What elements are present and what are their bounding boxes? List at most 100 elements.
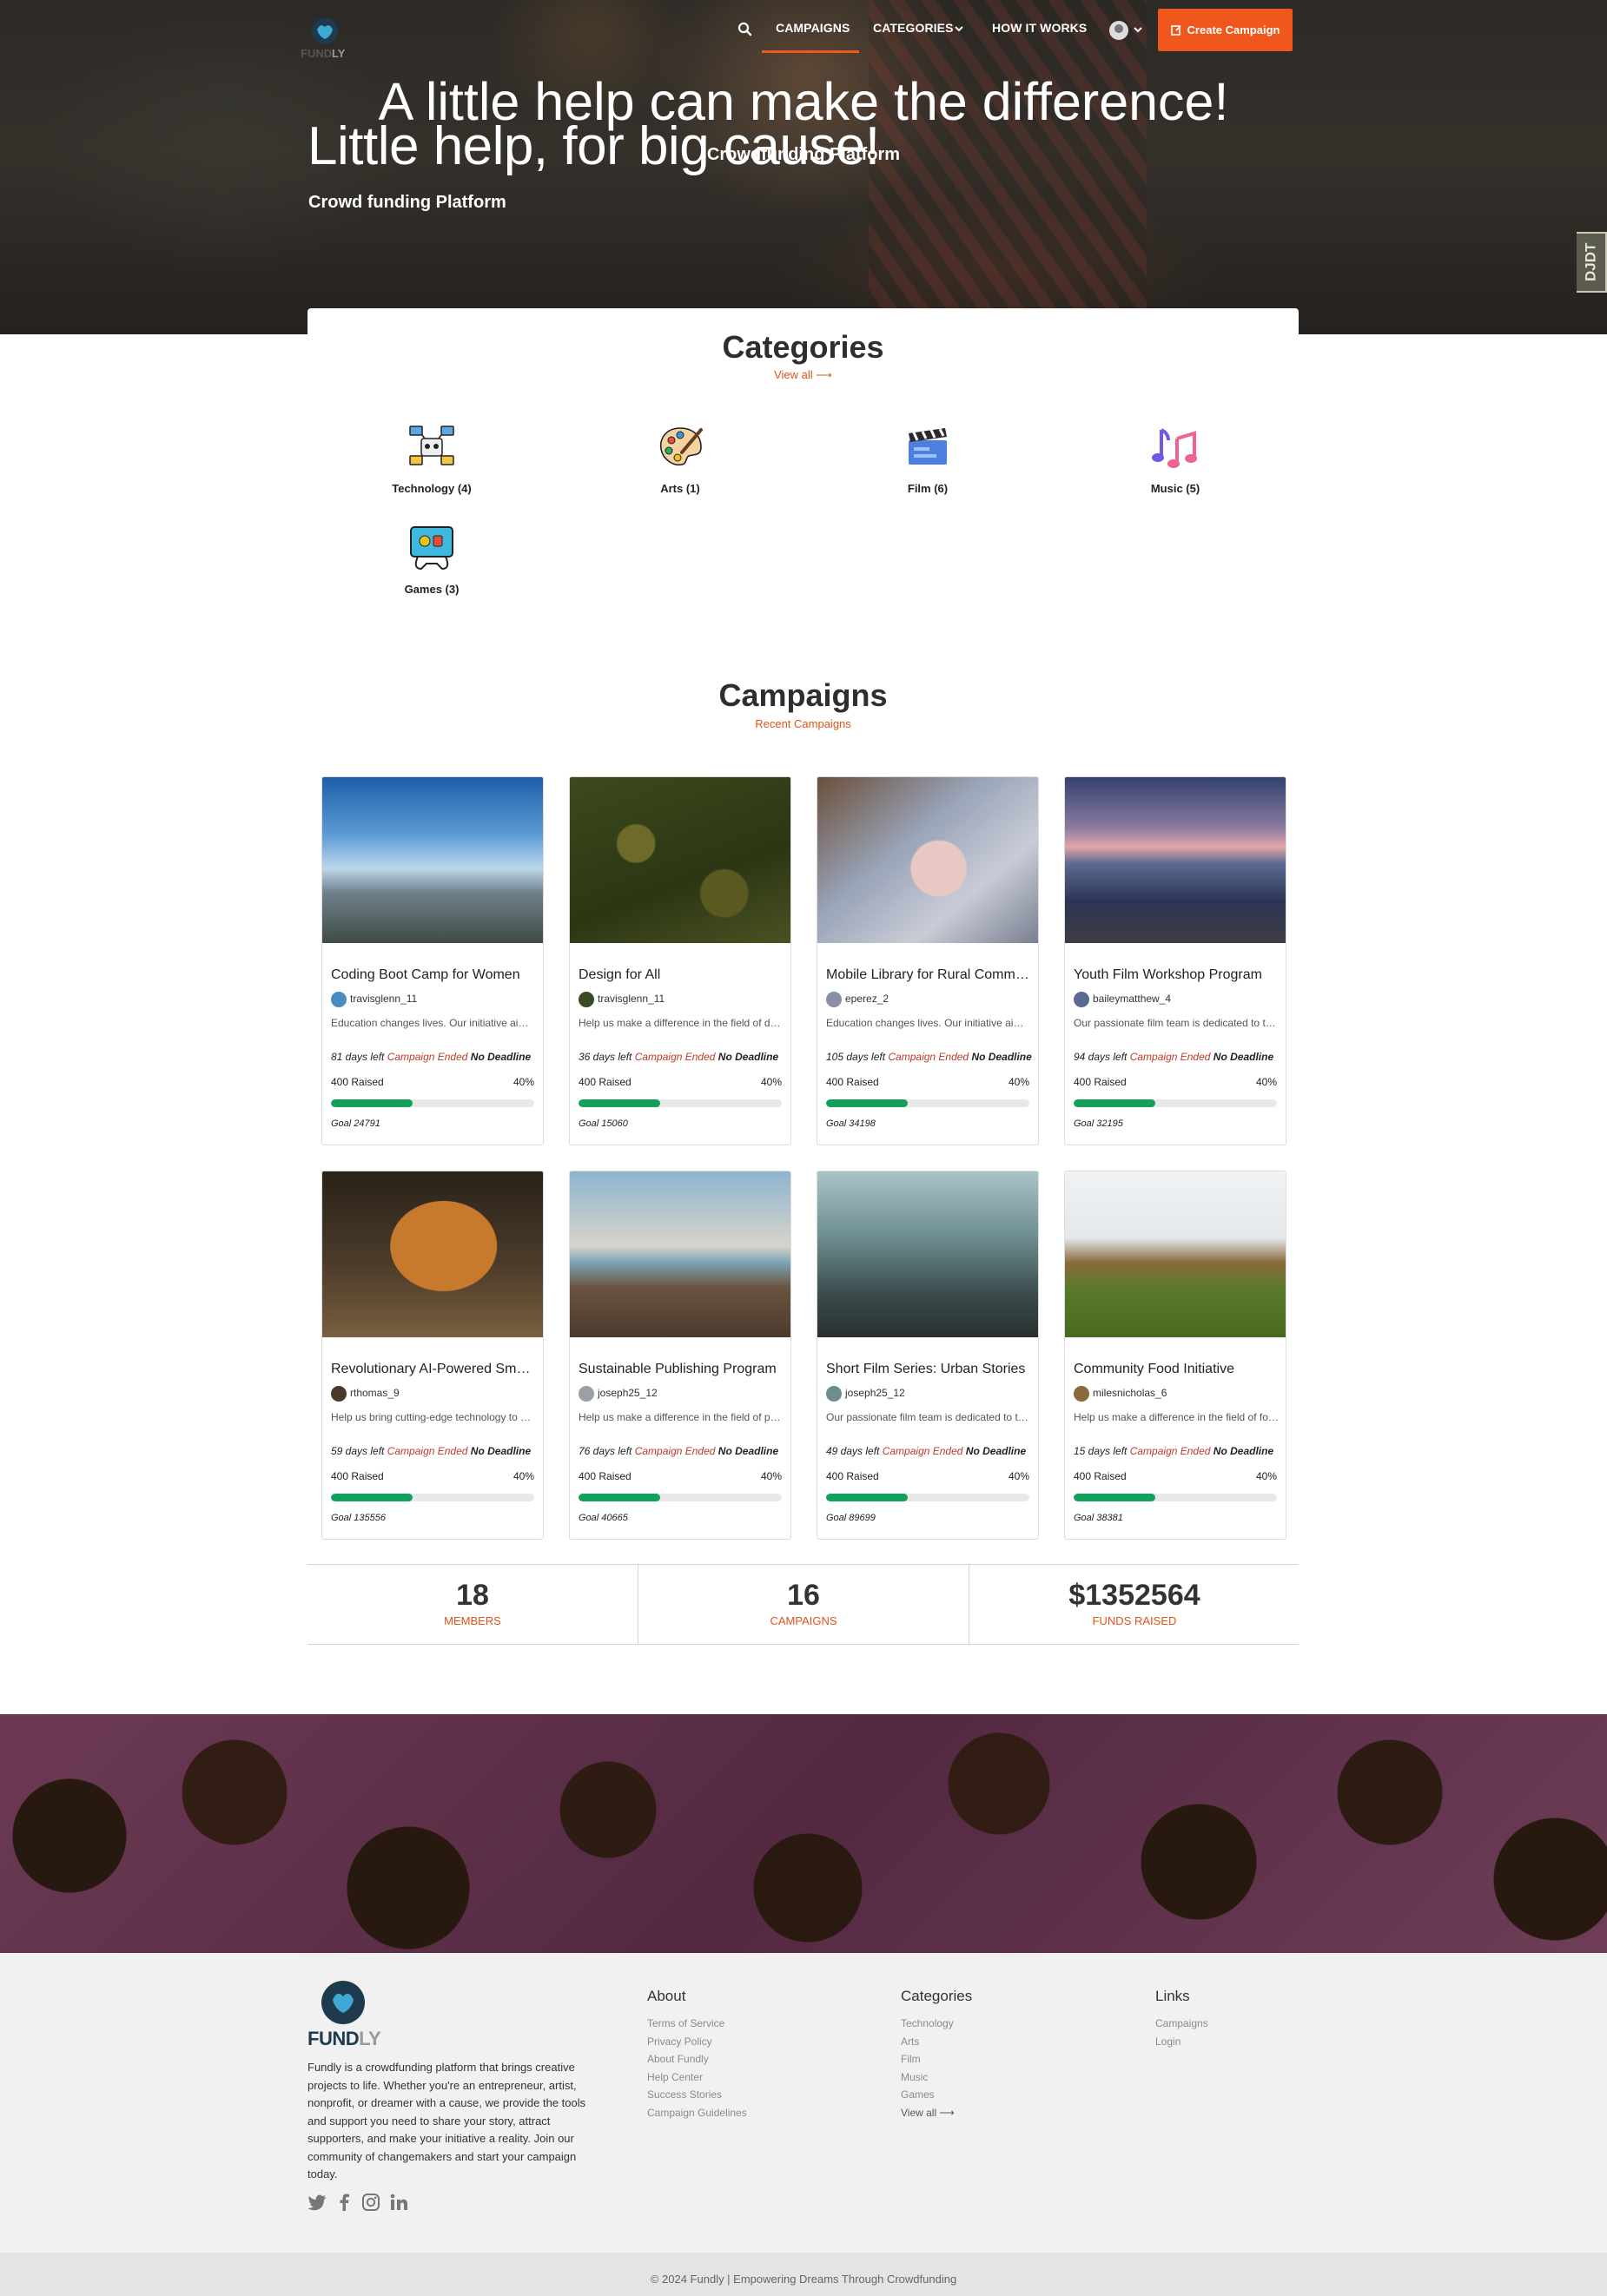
footer-link[interactable]: Success Stories (647, 2088, 722, 2101)
days-left: 81 days left (331, 1051, 385, 1063)
campaign-ended-label: Campaign Ended (387, 1051, 468, 1063)
tiger-image[interactable] (322, 1171, 543, 1337)
campaign-creator[interactable]: milesnicholas_6 (1093, 1387, 1167, 1399)
debug-toolbar-tab[interactable]: DJDT (1577, 232, 1607, 293)
categories-view-all-link[interactable]: View all ⟶ (308, 368, 1299, 382)
campaign-card[interactable]: Short Film Series: Urban Stories joseph25… (817, 1171, 1039, 1540)
raised-value: 400 (1074, 1076, 1092, 1088)
hero-subtitle: Crowd funding Platform (308, 193, 506, 212)
footer-link[interactable]: Technology (901, 2017, 954, 2029)
campaign-creator[interactable]: travisglenn_11 (350, 993, 417, 1005)
campaign-card[interactable]: Coding Boot Camp for Women travisglenn_11… (321, 776, 544, 1145)
clapperboard-icon (909, 428, 947, 465)
raised-suffix: Raised (846, 1076, 879, 1088)
category-music[interactable]: Music (5) (1088, 423, 1262, 495)
footer-link[interactable]: About Fundly (647, 2053, 709, 2065)
campaign-goal: Goal 38381 (1074, 1513, 1123, 1523)
game-console-icon (410, 526, 453, 571)
campaign-card[interactable]: Community Food Initiative milesnicholas_6… (1064, 1171, 1286, 1540)
stat-label: CAMPAIGNS (770, 1614, 837, 1627)
banner-background-image (0, 1714, 1607, 1953)
mountain-valley-image[interactable] (322, 777, 543, 943)
no-deadline-label: No Deadline (1213, 1051, 1274, 1063)
campaign-card[interactable]: Revolutionary AI-Powered Smart Home rthom… (321, 1171, 544, 1540)
avatar (579, 1386, 594, 1402)
nav-how-it-works[interactable]: HOW IT WORKS (992, 21, 1087, 38)
footer-link[interactable]: View all ⟶ (901, 2107, 955, 2119)
footer-link[interactable]: Login (1155, 2035, 1180, 2048)
pier-image[interactable] (570, 1171, 790, 1337)
category-technology[interactable]: Technology (4) (345, 423, 519, 495)
fundly-logo[interactable]: FUND LY (301, 12, 349, 61)
campaign-creator[interactable]: baileymatthew_4 (1093, 993, 1171, 1005)
create-campaign-button[interactable]: Create Campaign (1158, 9, 1293, 51)
forest-aerial-image[interactable] (570, 777, 790, 943)
footer-link[interactable]: Privacy Policy (647, 2035, 712, 2048)
campaign-creator[interactable]: rthomas_9 (350, 1387, 400, 1399)
category-games[interactable]: Games (3) (345, 524, 519, 596)
footer-link[interactable]: Games (901, 2088, 935, 2101)
nav-active-indicator (762, 50, 859, 53)
campaign-title[interactable]: Design for All (579, 967, 784, 983)
campaign-creator[interactable]: travisglenn_11 (598, 993, 665, 1005)
twitter-icon[interactable] (308, 2193, 327, 2212)
progress-percent: 40% (1255, 1076, 1277, 1088)
lake-sunset-image[interactable] (1065, 777, 1286, 943)
progress-fill (826, 1099, 908, 1107)
campaign-card[interactable]: Sustainable Publishing Program joseph25_1… (569, 1171, 791, 1540)
campaign-title[interactable]: Youth Film Workshop Program (1074, 967, 1279, 983)
foggy-railway-image[interactable] (817, 1171, 1038, 1337)
footer-link[interactable]: Help Center (647, 2071, 703, 2083)
footer-categories-heading: Categories (901, 1988, 973, 2004)
progress-percent: 40% (513, 1076, 534, 1088)
campaign-title[interactable]: Coding Boot Camp for Women (331, 967, 536, 983)
footer-link[interactable]: Terms of Service (647, 2017, 724, 2029)
category-film[interactable]: Film (6) (841, 423, 1015, 495)
raised-amount: 400 Raised (331, 1076, 384, 1088)
boat-house-image[interactable] (1065, 1171, 1286, 1337)
chevron-down-icon[interactable] (954, 23, 964, 34)
stat-funds-raised: $1352564 FUNDS RAISED (969, 1565, 1299, 1645)
campaign-card[interactable]: Youth Film Workshop Program baileymatthew… (1064, 776, 1286, 1145)
footer-link[interactable]: Arts (901, 2035, 919, 2048)
footer-link[interactable]: Campaigns (1155, 2017, 1208, 2029)
avatar (1074, 1386, 1089, 1402)
campaigns-header: Campaigns Recent Campaigns (308, 677, 1299, 738)
facebook-icon[interactable] (334, 2193, 354, 2212)
instagram-icon[interactable] (361, 2193, 380, 2212)
banner-subtitle: Crowdfunding Platform (706, 145, 901, 164)
stat-label: FUNDS RAISED (1092, 1614, 1177, 1627)
campaign-creator[interactable]: eperez_2 (845, 993, 889, 1005)
category-label: Arts (1) (660, 482, 700, 495)
copyright-text: © 2024 Fundly | Empowering Dreams Throug… (650, 2273, 957, 2286)
user-avatar[interactable] (1109, 21, 1128, 40)
footer-link[interactable]: Film (901, 2053, 921, 2065)
campaign-card[interactable]: Mobile Library for Rural Communities eper… (817, 776, 1039, 1145)
search-icon[interactable] (737, 21, 754, 38)
svg-text:FUND: FUND (301, 47, 332, 60)
campaign-title[interactable]: Short Film Series: Urban Stories (826, 1362, 1031, 1377)
category-label: Film (6) (907, 482, 949, 495)
footer-link[interactable]: Music (901, 2071, 928, 2083)
no-deadline-label: No Deadline (718, 1445, 779, 1457)
chevron-down-icon[interactable] (1133, 24, 1143, 35)
campaign-title[interactable]: Sustainable Publishing Program (579, 1362, 784, 1377)
category-arts[interactable]: Arts (1) (593, 423, 767, 495)
fundly-logo[interactable] (321, 1980, 366, 2025)
linkedin-icon[interactable] (389, 2193, 408, 2212)
nav-campaigns[interactable]: CAMPAIGNS (776, 21, 850, 38)
campaign-title[interactable]: Mobile Library for Rural Communities (826, 967, 1031, 983)
nav-categories[interactable]: CATEGORIES (873, 21, 954, 38)
edit-icon (1170, 25, 1181, 36)
no-deadline-label: No Deadline (470, 1445, 532, 1457)
campaign-title[interactable]: Community Food Initiative (1074, 1362, 1279, 1377)
footer-link[interactable]: Campaign Guidelines (647, 2107, 747, 2119)
campaign-card[interactable]: Design for All travisglenn_11 Help us make… (569, 776, 791, 1145)
campaign-creator[interactable]: joseph25_12 (845, 1387, 905, 1399)
raised-value: 400 (826, 1076, 844, 1088)
campaign-title[interactable]: Revolutionary AI-Powered Smart Home (331, 1362, 536, 1377)
campaign-goal: Goal 15060 (579, 1118, 628, 1129)
campaign-creator[interactable]: joseph25_12 (598, 1387, 658, 1399)
baby-image[interactable] (817, 777, 1038, 943)
progress-fill (1074, 1494, 1155, 1501)
